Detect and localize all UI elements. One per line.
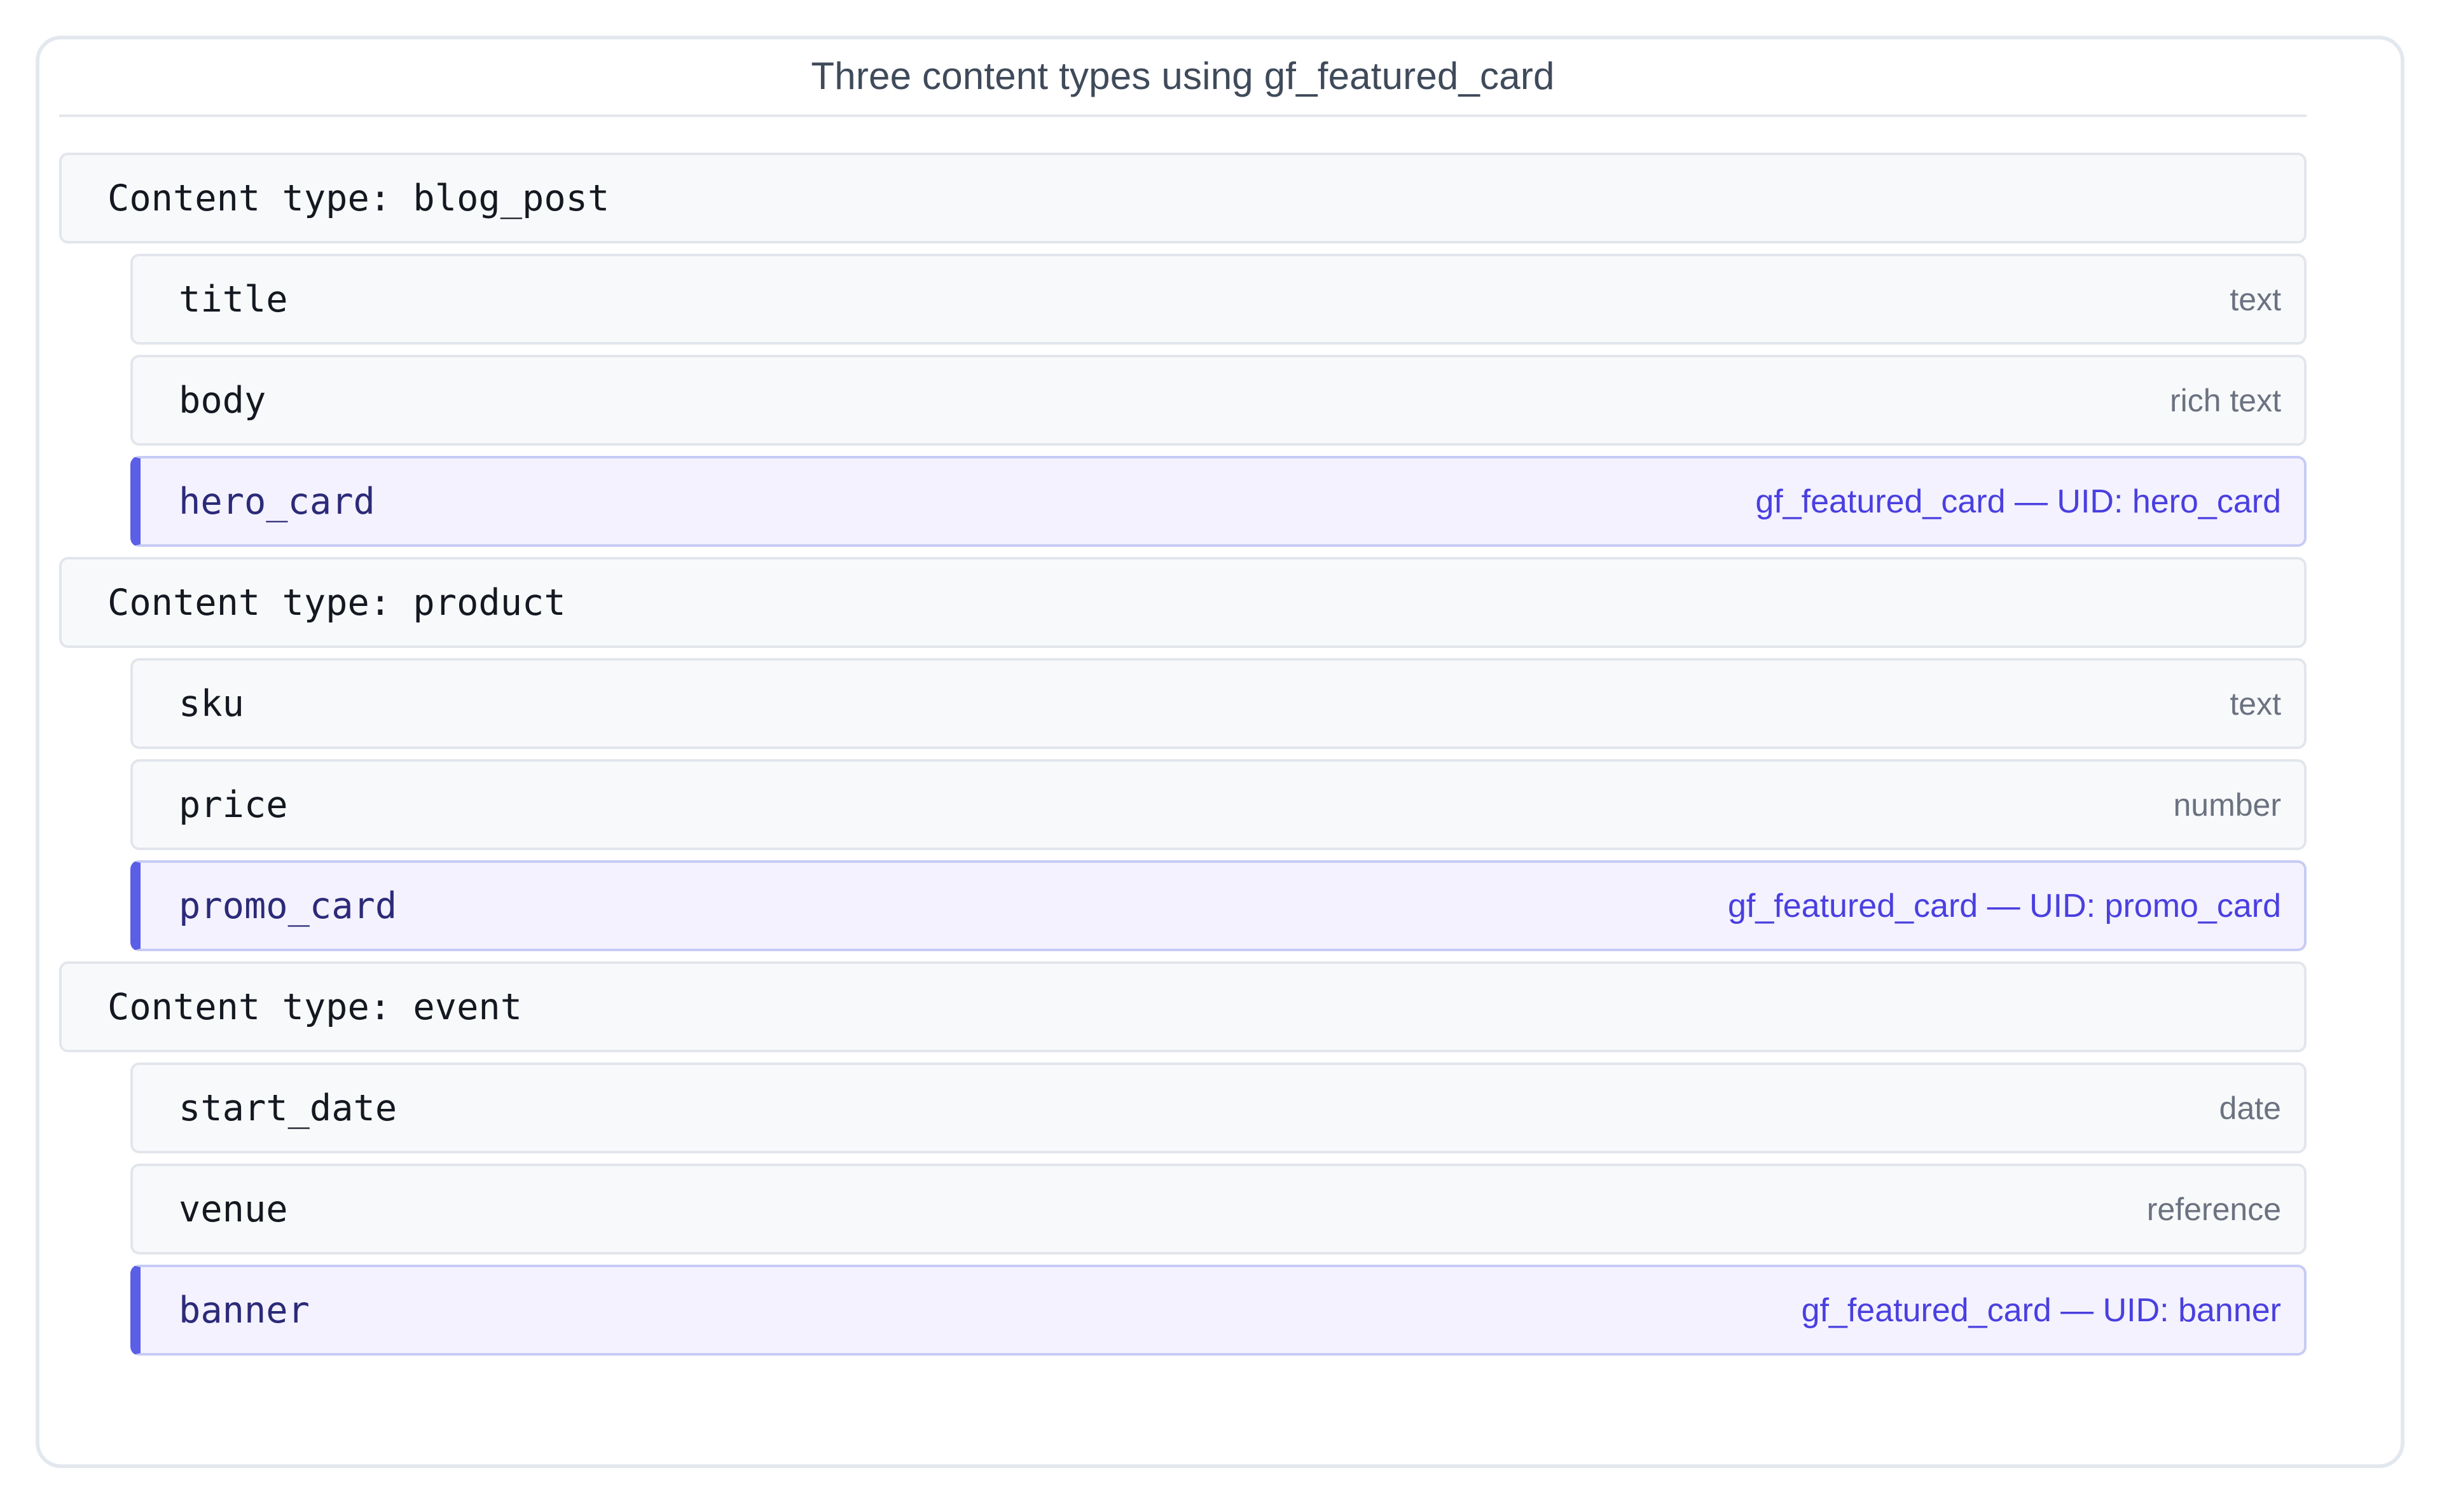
field-row-sku: sku text bbox=[130, 658, 2307, 749]
content-type-label: Content type: product bbox=[107, 581, 566, 624]
field-name: promo_card bbox=[179, 884, 397, 927]
content-type-row-event: Content type: event bbox=[59, 961, 2307, 1052]
content-type-label: Content type: event bbox=[107, 986, 523, 1028]
featured-card-uid: gf_featured_card — UID: banner bbox=[1801, 1291, 2281, 1329]
field-row-price: price number bbox=[130, 759, 2307, 850]
field-type: date bbox=[2219, 1090, 2281, 1126]
featured-card-row-promo-card: promo_card gf_featured_card — UID: promo… bbox=[130, 860, 2307, 951]
featured-card-uid: gf_featured_card — UID: promo_card bbox=[1728, 887, 2281, 924]
field-name: start_date bbox=[179, 1087, 397, 1129]
content-type-row-blog-post: Content type: blog_post bbox=[59, 153, 2307, 244]
field-type: reference bbox=[2146, 1191, 2281, 1227]
field-name: title bbox=[179, 278, 288, 320]
featured-card-row-banner: banner gf_featured_card — UID: banner bbox=[130, 1265, 2307, 1356]
field-name: hero_card bbox=[179, 480, 375, 523]
field-name: banner bbox=[179, 1289, 310, 1331]
field-type: rich text bbox=[2169, 382, 2281, 418]
field-name: sku bbox=[179, 682, 244, 725]
field-name: body bbox=[179, 379, 266, 422]
field-name: venue bbox=[179, 1188, 288, 1230]
content-type-label: Content type: blog_post bbox=[107, 177, 610, 219]
field-row-start-date: start_date date bbox=[130, 1062, 2307, 1153]
featured-card-row-hero-card: hero_card gf_featured_card — UID: hero_c… bbox=[130, 456, 2307, 547]
field-type: text bbox=[2230, 281, 2281, 317]
field-type: text bbox=[2230, 685, 2281, 722]
field-name: price bbox=[179, 783, 288, 826]
field-row-venue: venue reference bbox=[130, 1164, 2307, 1254]
field-type: number bbox=[2173, 787, 2281, 823]
featured-card-uid: gf_featured_card — UID: hero_card bbox=[1755, 483, 2281, 520]
field-row-title: title text bbox=[130, 254, 2307, 345]
field-row-body: body rich text bbox=[130, 355, 2307, 446]
content-type-row-product: Content type: product bbox=[59, 557, 2307, 648]
content-type-list: Content type: blog_post title text body … bbox=[59, 153, 2307, 1366]
diagram-title: Three content types using gf_featured_ca… bbox=[59, 45, 2307, 117]
